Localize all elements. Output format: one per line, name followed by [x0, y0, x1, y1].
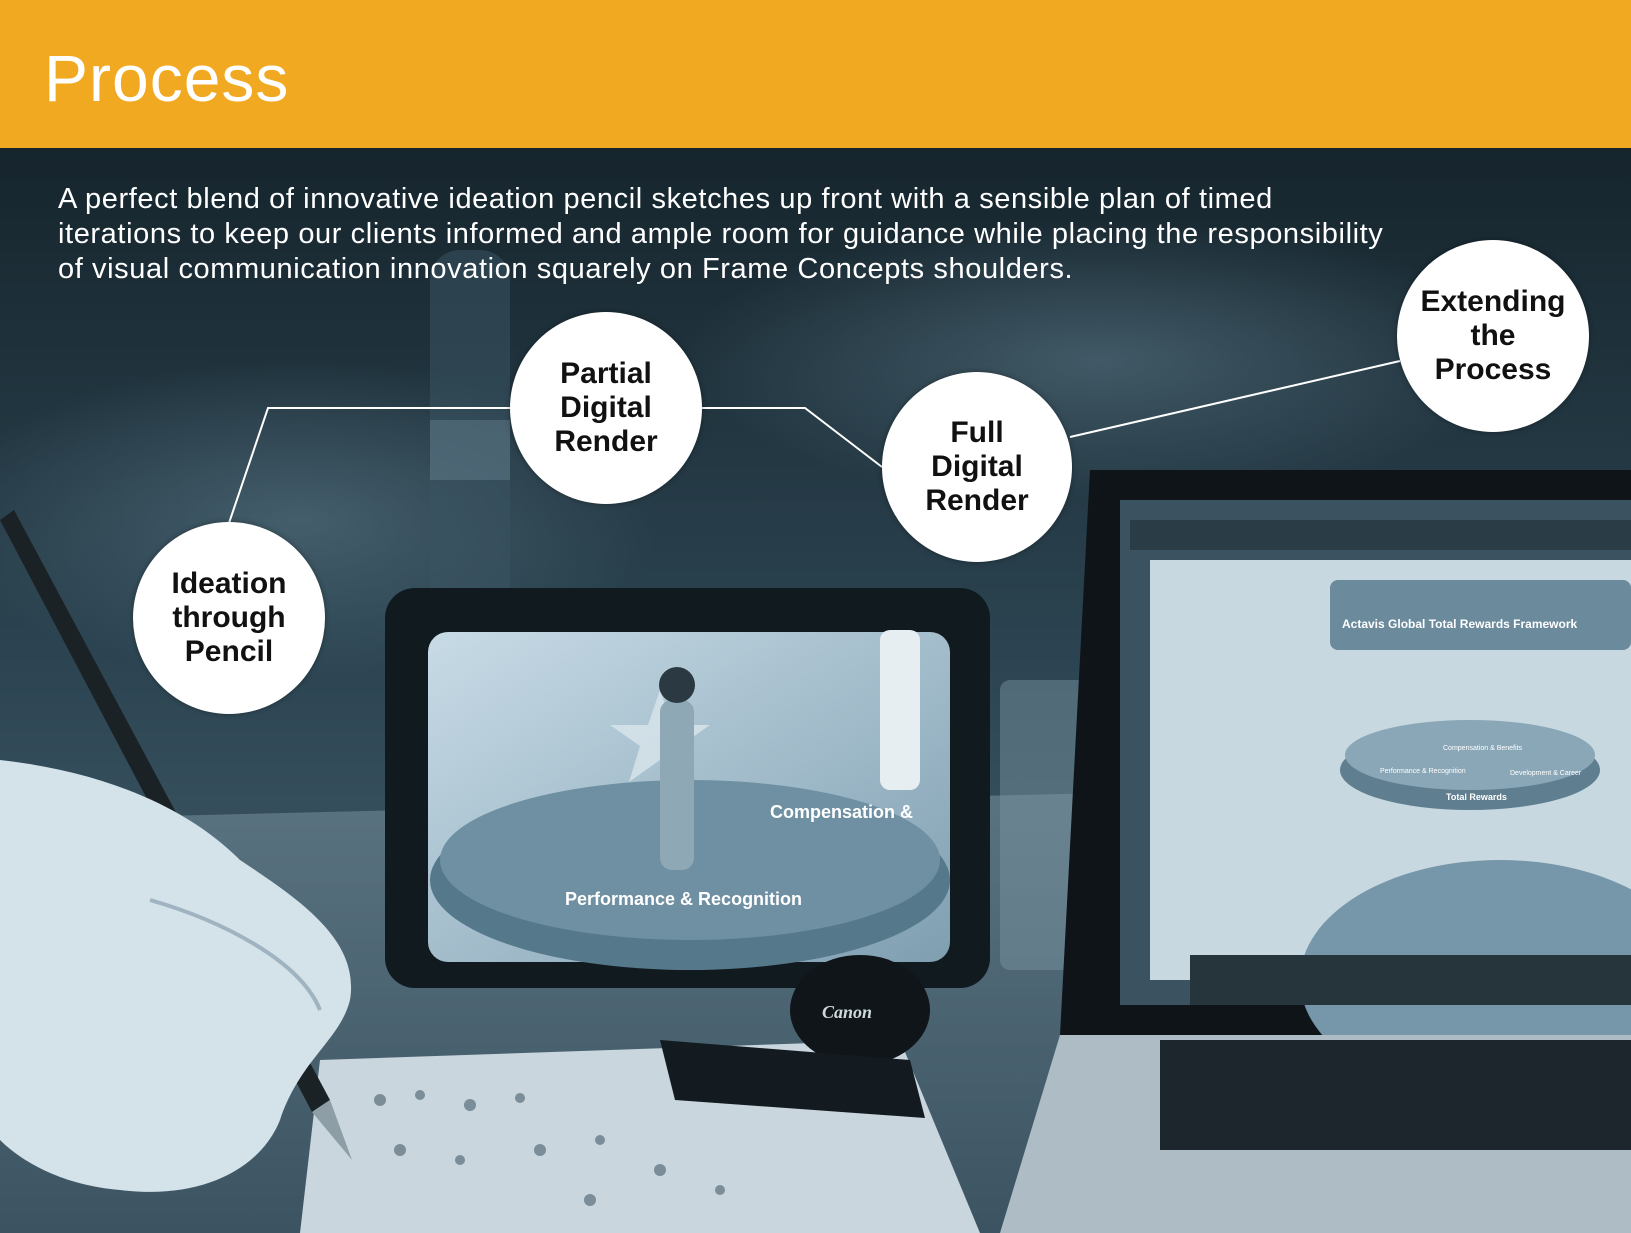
step-full-digital-render: Full Digital Render: [882, 372, 1072, 562]
step-label: Full Digital Render: [925, 416, 1029, 517]
step-extending-the-process: Extending the Process: [1397, 240, 1589, 432]
step-label: Ideation through Pencil: [171, 567, 287, 668]
step-label: Extending the Process: [1420, 285, 1566, 386]
step-partial-digital-render: Partial Digital Render: [510, 312, 702, 504]
step-ideation-through-pencil: Ideation through Pencil: [133, 522, 325, 714]
step-label: Partial Digital Render: [554, 357, 658, 458]
process-slide: Compensation & Performance & Recognition…: [0, 0, 1631, 1233]
